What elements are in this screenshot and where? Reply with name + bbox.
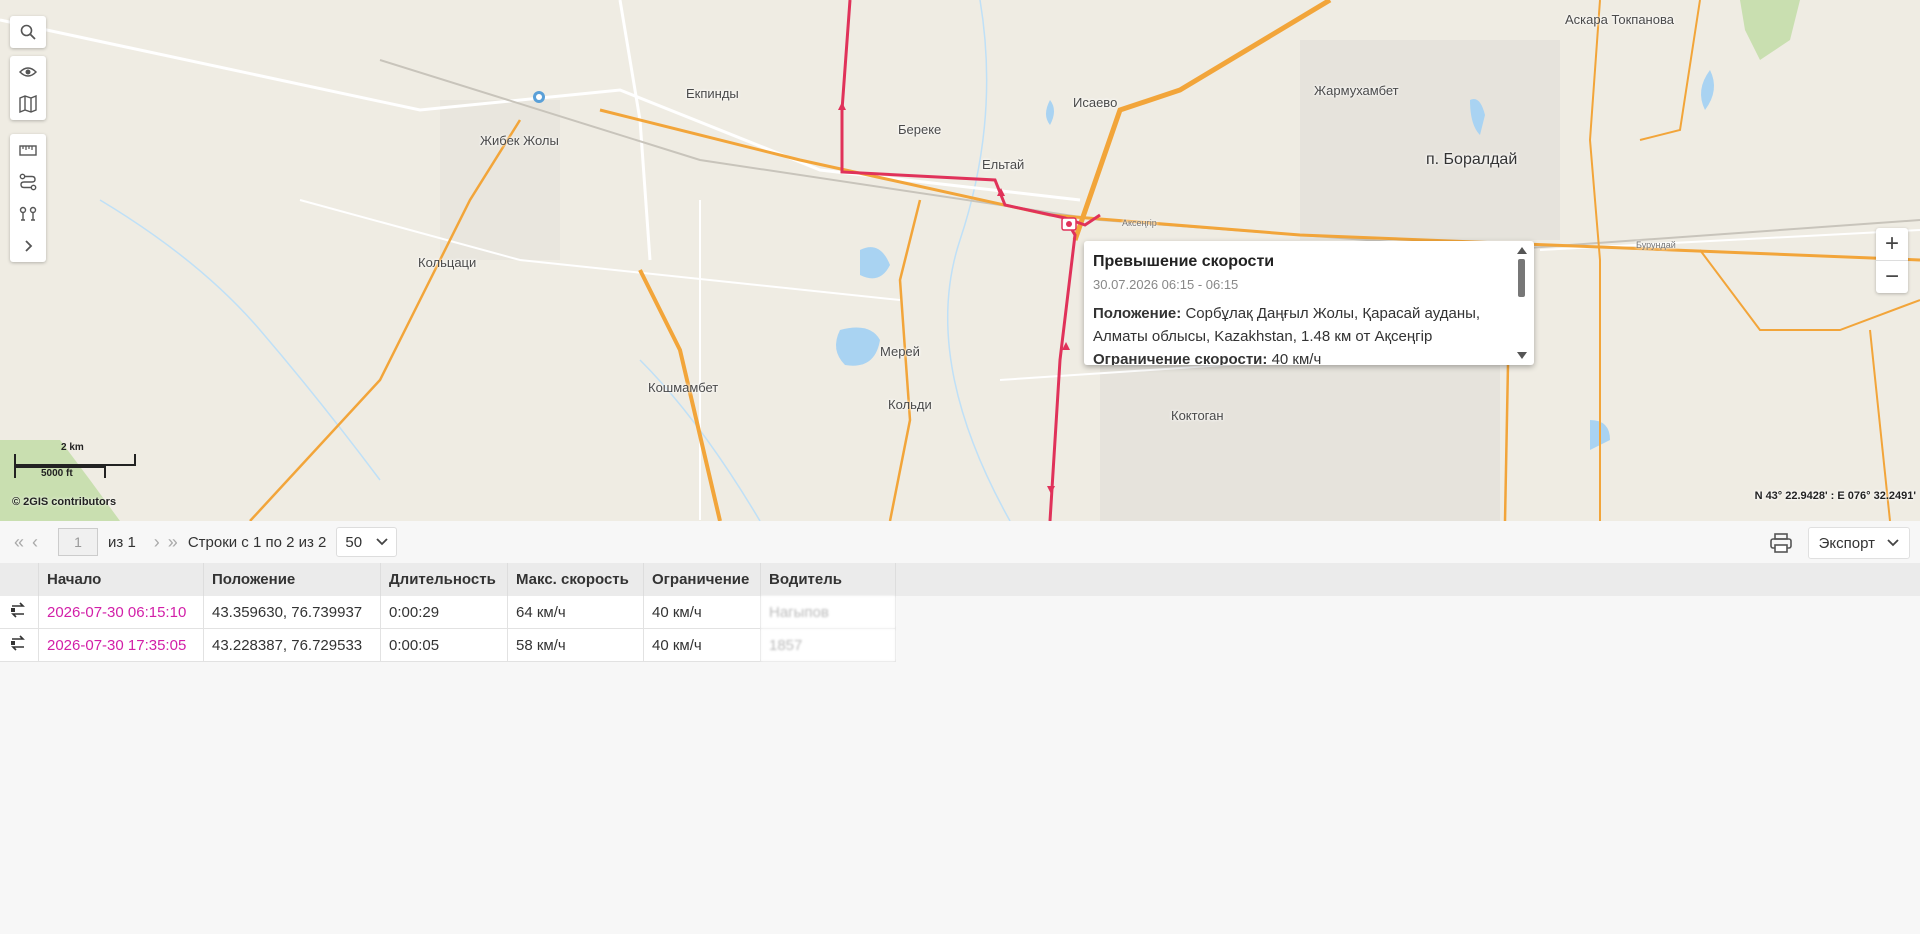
column-header-driver[interactable]: Водитель: [760, 563, 896, 596]
popup-title: Превышение скорости: [1093, 253, 1275, 270]
cell-limit: 40 км/ч: [643, 596, 761, 629]
place-label: Мерей: [880, 344, 920, 359]
place-label: Жибек Жолы: [480, 133, 559, 148]
table-header-fill: [896, 563, 1920, 596]
map-layers-group: [10, 56, 46, 120]
place-label-small: Аксеңгір: [1122, 218, 1157, 228]
export-label: Экспорт: [1818, 534, 1875, 552]
cell-limit: 40 км/ч: [643, 628, 761, 662]
page-size-value: 50: [345, 533, 363, 551]
map-icon[interactable]: [10, 88, 46, 120]
cell-max-speed: 58 км/ч: [507, 628, 644, 662]
cell-driver: Нагыпов: [760, 596, 896, 629]
column-header-limit[interactable]: Ограничение: [643, 563, 761, 596]
cell-duration: 0:00:29: [380, 596, 508, 629]
print-button[interactable]: [1764, 528, 1798, 558]
map-scale: 2 km 5000 ft: [14, 442, 136, 479]
map-search-group: [10, 16, 46, 48]
place-label: Кольцаци: [418, 255, 477, 270]
eye-icon[interactable]: [10, 56, 46, 88]
last-page-icon[interactable]: »: [168, 532, 178, 553]
map-tools-group: [10, 134, 46, 262]
event-popup: Превышение скорости 30.07.2026 06:15 - 0…: [1084, 241, 1534, 365]
column-header-start[interactable]: Начало: [38, 563, 204, 596]
route-icon: [11, 602, 25, 618]
place-label-large: п. Боралдай: [1426, 151, 1518, 168]
popup-time: 30.07.2026 06:15 - 06:15: [1093, 277, 1239, 292]
scale-ft-label: 5000 ft: [41, 468, 73, 479]
row-route-icon-cell[interactable]: [0, 628, 39, 662]
page-count: из 1: [108, 533, 136, 551]
zoom-control: + −: [1876, 228, 1908, 293]
map-coordinates: N 43° 22.9428' : E 076° 32.2491': [1754, 490, 1916, 502]
column-header-duration[interactable]: Длительность: [380, 563, 508, 596]
popup-location-label: Положение:: [1093, 305, 1182, 322]
place-label: Екпинды: [686, 86, 739, 101]
map-view[interactable]: Екпинды Жибек Жолы Береке Ельтай Исаево …: [0, 0, 1920, 521]
export-button[interactable]: Экспорт: [1807, 527, 1910, 559]
table-row[interactable]: 2026-07-30 06:15:10 43.359630, 76.739937…: [0, 596, 896, 629]
page-number-input[interactable]: [58, 528, 99, 556]
ruler-icon[interactable]: [10, 134, 46, 166]
place-label: Ельтай: [982, 157, 1025, 172]
map-base: [0, 0, 1920, 521]
place-label: Жармухамбет: [1314, 83, 1399, 98]
table-header-row: Начало Положение Длительность Макс. скор…: [0, 563, 896, 596]
cell-start[interactable]: 2026-07-30 06:15:10: [38, 596, 204, 629]
route-icon[interactable]: [10, 166, 46, 198]
empty-grid-area: [0, 662, 1920, 934]
popup-limit-label: Ограничение скорости:: [1093, 351, 1268, 365]
scroll-up-icon[interactable]: [1517, 247, 1527, 254]
first-page-icon[interactable]: «: [14, 532, 24, 553]
page-size-select[interactable]: 50: [336, 527, 398, 557]
chevron-down-icon: [1887, 539, 1899, 547]
place-label: Исаево: [1073, 95, 1118, 110]
prev-page-icon[interactable]: ‹: [32, 532, 38, 553]
column-header-max-speed[interactable]: Макс. скорость: [507, 563, 644, 596]
events-table: Начало Положение Длительность Макс. скор…: [0, 563, 896, 662]
chevron-down-icon: [376, 538, 388, 546]
zoom-in-button[interactable]: +: [1876, 228, 1908, 260]
scale-km-label: 2 km: [61, 442, 84, 453]
scroll-down-icon[interactable]: [1517, 352, 1527, 359]
place-label: Кошмамбет: [648, 380, 719, 395]
zoom-out-button[interactable]: −: [1876, 260, 1908, 293]
place-label-small: Бурундай: [1636, 240, 1676, 250]
cell-position: 43.228387, 76.729533: [203, 628, 381, 662]
popup-body: Положение: Сорбұлақ Даңғыл Жолы, Қарасай…: [1093, 302, 1504, 365]
chevron-right-icon[interactable]: [10, 230, 46, 262]
scroll-thumb[interactable]: [1518, 259, 1525, 297]
popup-limit-value: 40 км/ч: [1271, 351, 1322, 365]
cell-driver: 1857: [760, 628, 896, 662]
place-label: Аскара Токпанова: [1565, 12, 1674, 27]
cell-start[interactable]: 2026-07-30 17:35:05: [38, 628, 204, 662]
search-icon[interactable]: [10, 16, 46, 48]
place-label: Коктоган: [1171, 408, 1224, 423]
printer-icon: [1769, 533, 1792, 553]
place-label: Кольди: [888, 397, 932, 412]
popup-scrollbar[interactable]: [1516, 245, 1528, 361]
map-attribution: © 2GIS contributors: [12, 496, 117, 508]
rows-info: Строки с 1 по 2 из 2: [187, 533, 327, 551]
icon-column-header: [0, 563, 39, 596]
table-row[interactable]: 2026-07-30 17:35:05 43.228387, 76.729533…: [0, 628, 896, 662]
route-icon: [11, 635, 25, 651]
geofence-icon[interactable]: [10, 198, 46, 230]
grid-toolbar: « ‹ из 1 › » Строки с 1 по 2 из 2 50 Экс…: [0, 521, 1920, 563]
next-page-icon[interactable]: ›: [154, 532, 160, 553]
cell-duration: 0:00:05: [380, 628, 508, 662]
place-label: Береке: [898, 122, 942, 137]
column-header-position[interactable]: Положение: [203, 563, 381, 596]
cell-max-speed: 64 км/ч: [507, 596, 644, 629]
row-route-icon-cell[interactable]: [0, 596, 39, 629]
cell-position: 43.359630, 76.739937: [203, 596, 381, 629]
